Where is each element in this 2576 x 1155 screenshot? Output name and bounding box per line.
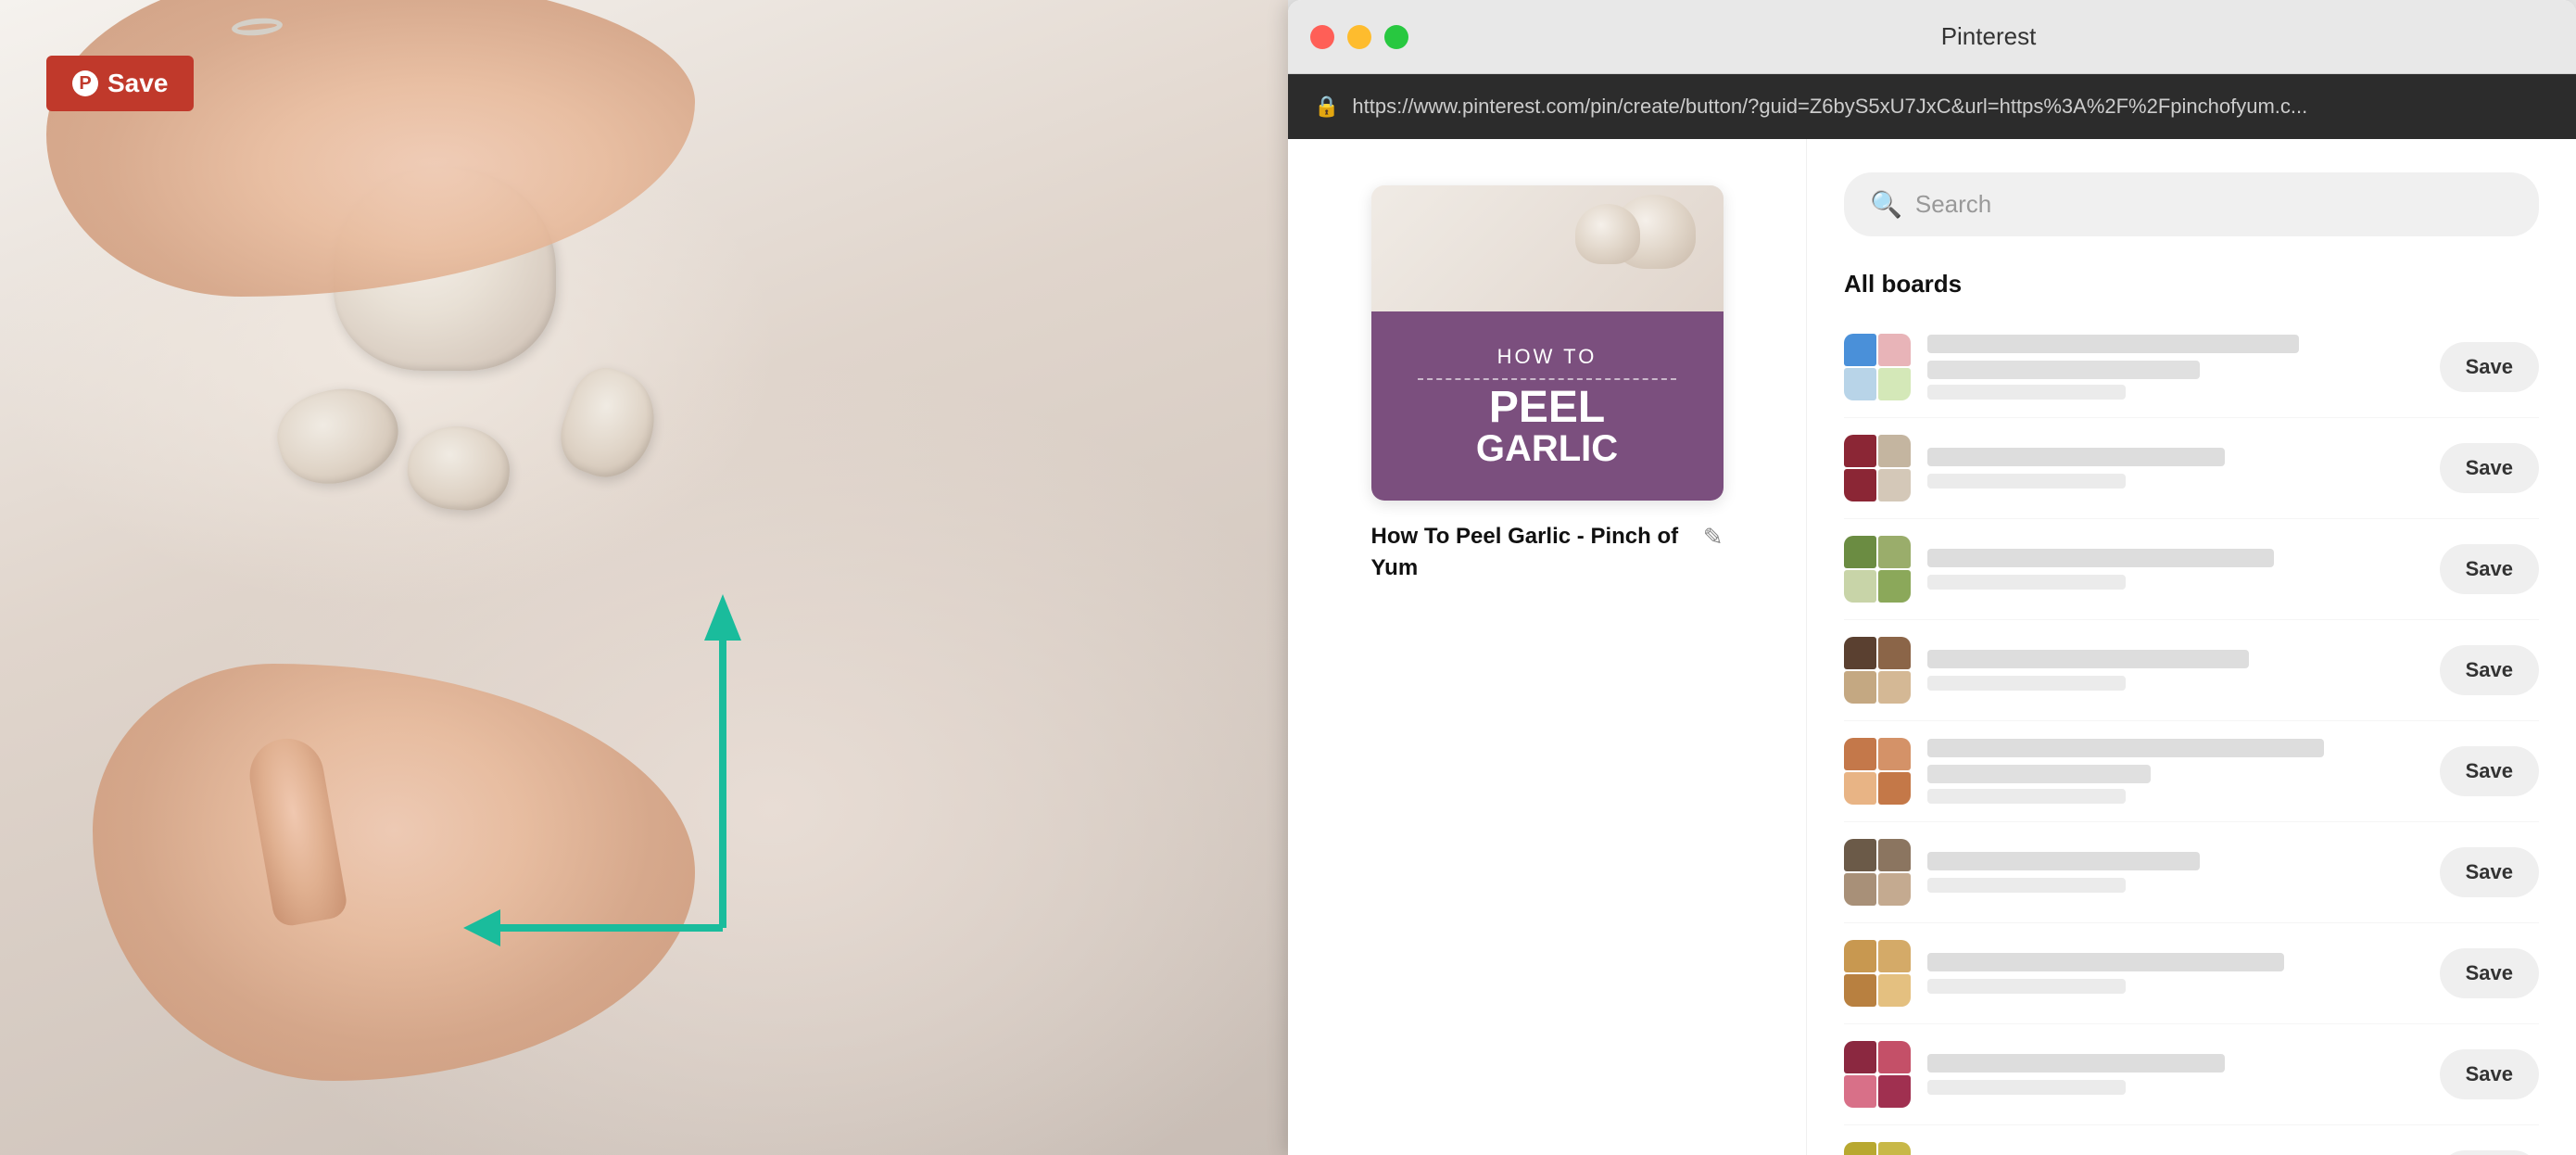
minimize-button[interactable] bbox=[1347, 25, 1371, 49]
traffic-lights bbox=[1310, 25, 1408, 49]
board-thumbnail bbox=[1844, 536, 1911, 603]
pin-dashed-divider bbox=[1418, 378, 1675, 380]
board-thumbnail bbox=[1844, 839, 1911, 906]
board-save-button[interactable]: Save bbox=[2440, 342, 2539, 392]
pin-garlic-2 bbox=[1575, 204, 1640, 264]
board-thumbnail bbox=[1844, 435, 1911, 501]
board-name-area bbox=[1927, 448, 2423, 489]
board-name-area bbox=[1927, 852, 2423, 893]
board-name-area bbox=[1927, 549, 2423, 590]
browser-titlebar: Pinterest bbox=[1288, 0, 2576, 74]
browser-window: Pinterest 🔒 https://www.pinterest.com/pi… bbox=[1288, 0, 2576, 1155]
search-placeholder: Search bbox=[1915, 190, 1991, 219]
pin-caption: How To Peel Garlic - Pinch of Yum ✎ bbox=[1371, 521, 1724, 583]
lock-icon: 🔒 bbox=[1314, 95, 1339, 119]
board-thumbnail bbox=[1844, 637, 1911, 704]
board-name-area bbox=[1927, 1054, 2423, 1095]
search-icon: 🔍 bbox=[1870, 189, 1902, 220]
board-item[interactable]: Save bbox=[1844, 822, 2539, 923]
garlic-clove-1 bbox=[268, 375, 408, 496]
board-item[interactable]: Save bbox=[1844, 923, 2539, 1024]
pin-panel: HOW TO PEEL GARLIC How To Peel Garlic - … bbox=[1288, 139, 1807, 1155]
garlic-clove-2 bbox=[404, 422, 512, 514]
pin-image-container: HOW TO PEEL GARLIC bbox=[1371, 185, 1724, 501]
board-item[interactable]: Save bbox=[1844, 519, 2539, 620]
board-save-button[interactable]: Save bbox=[2440, 645, 2539, 695]
hand-top bbox=[46, 0, 695, 297]
hand-bottom-shape bbox=[93, 664, 695, 1081]
garlic-clove-3 bbox=[549, 359, 669, 489]
pinterest-logo: P bbox=[72, 70, 98, 96]
maximize-button[interactable] bbox=[1384, 25, 1408, 49]
board-thumbnail bbox=[1844, 738, 1911, 805]
board-item[interactable]: Save bbox=[1844, 418, 2539, 519]
board-thumbnail bbox=[1844, 1142, 1911, 1155]
close-button[interactable] bbox=[1310, 25, 1334, 49]
board-name-area bbox=[1927, 953, 2423, 994]
search-bar[interactable]: 🔍 Search bbox=[1844, 172, 2539, 236]
board-save-button[interactable]: Save bbox=[2440, 443, 2539, 493]
pin-garlic-word: GARLIC bbox=[1476, 430, 1618, 467]
board-save-button[interactable]: Save bbox=[2440, 847, 2539, 897]
hand-bottom bbox=[93, 664, 695, 1081]
pin-peel-text: PEEL bbox=[1489, 386, 1605, 430]
edit-icon[interactable]: ✎ bbox=[1703, 523, 1724, 552]
all-boards-label: All boards bbox=[1844, 270, 2539, 298]
board-thumbnail bbox=[1844, 334, 1911, 400]
board-save-button[interactable]: Save bbox=[2440, 948, 2539, 998]
pin-image-top bbox=[1371, 185, 1724, 311]
pinterest-content: HOW TO PEEL GARLIC How To Peel Garlic - … bbox=[1288, 139, 2576, 1155]
browser-title: Pinterest bbox=[1423, 22, 2554, 51]
board-thumbnail bbox=[1844, 1041, 1911, 1108]
board-thumbnail bbox=[1844, 940, 1911, 1007]
board-item[interactable]: Save bbox=[1844, 317, 2539, 418]
pin-how-to-text: HOW TO bbox=[1497, 345, 1597, 369]
hand-top-shape bbox=[46, 0, 695, 297]
boards-panel: 🔍 Search All boards Save bbox=[1807, 139, 2576, 1155]
board-save-button[interactable]: Save bbox=[2440, 1049, 2539, 1099]
pin-title: How To Peel Garlic - Pinch of Yum bbox=[1371, 521, 1690, 583]
save-button[interactable]: P Save bbox=[46, 56, 194, 111]
board-name-area bbox=[1927, 650, 2423, 691]
board-item[interactable]: Save bbox=[1844, 620, 2539, 721]
pin-text-overlay: HOW TO PEEL GARLIC bbox=[1371, 311, 1724, 501]
board-save-button[interactable]: Save bbox=[2440, 746, 2539, 796]
save-label: Save bbox=[107, 69, 168, 98]
board-item[interactable]: Save bbox=[1844, 1024, 2539, 1125]
board-name-area bbox=[1927, 739, 2423, 804]
board-item[interactable]: Save bbox=[1844, 721, 2539, 822]
browser-addressbar: 🔒 https://www.pinterest.com/pin/create/b… bbox=[1288, 74, 2576, 139]
board-save-button[interactable]: Save bbox=[2440, 1150, 2539, 1155]
board-name-area bbox=[1927, 335, 2423, 400]
address-text[interactable]: https://www.pinterest.com/pin/create/but… bbox=[1352, 95, 2307, 119]
board-item[interactable]: Save bbox=[1844, 1125, 2539, 1155]
board-save-button[interactable]: Save bbox=[2440, 544, 2539, 594]
photo-area: P Save bbox=[0, 0, 1288, 1155]
